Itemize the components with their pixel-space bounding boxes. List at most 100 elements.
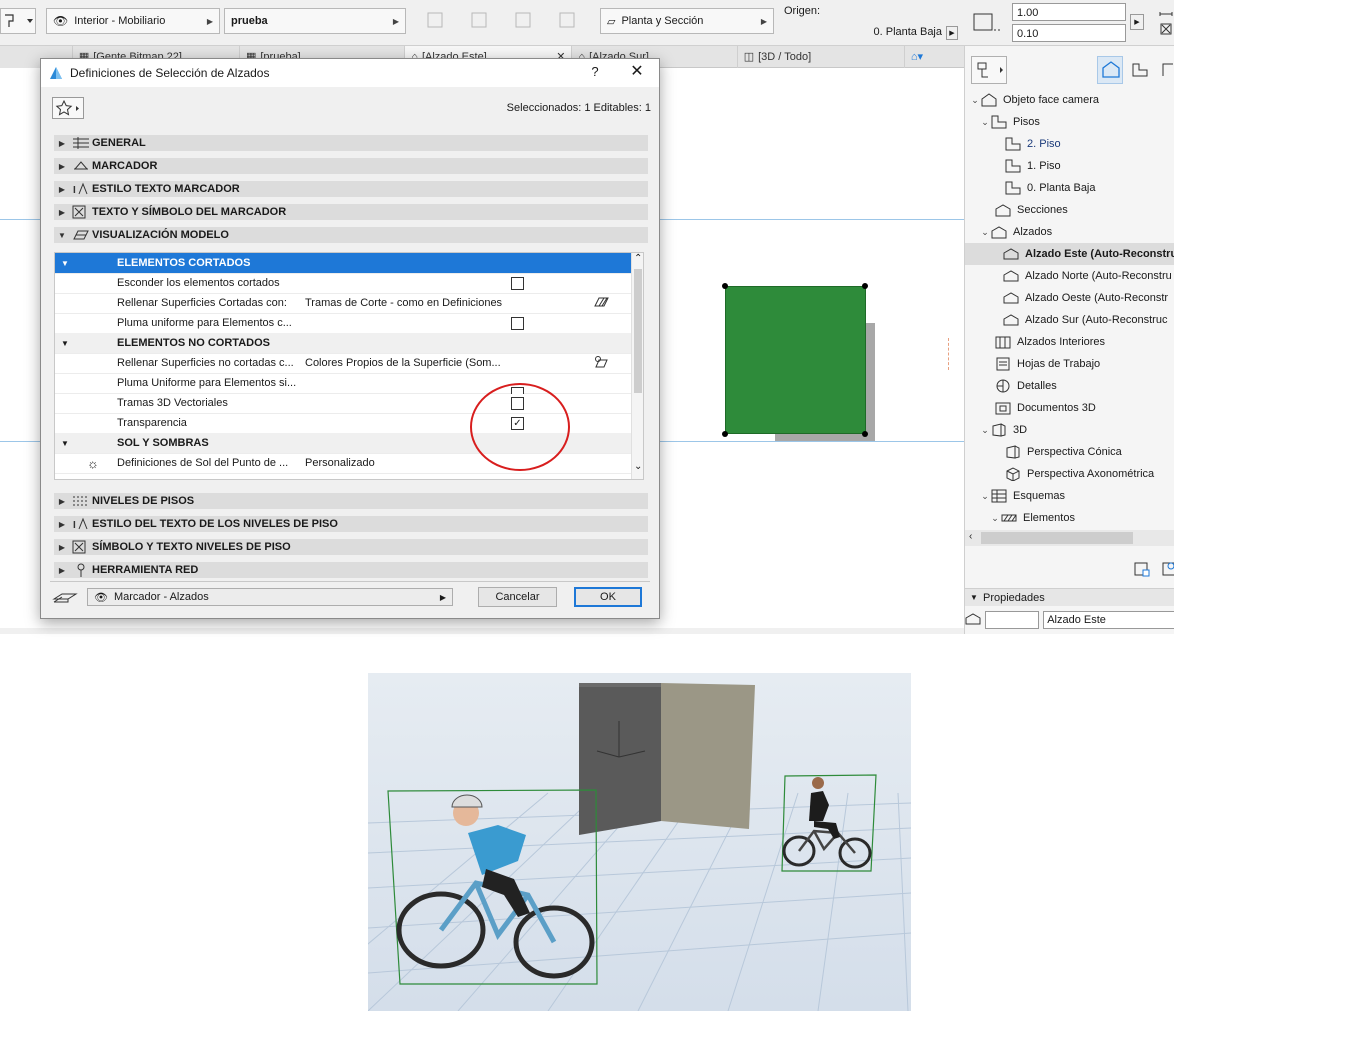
section-label: VISUALIZACIÓN MODELO bbox=[92, 229, 229, 241]
tree-item-secciones[interactable]: Secciones bbox=[965, 199, 1174, 221]
dialog-titlebar: Definiciones de Selección de Alzados ? ✕ bbox=[41, 59, 659, 87]
view-name-field[interactable]: Alzado Este bbox=[1043, 611, 1174, 629]
cancel-button[interactable]: Cancelar bbox=[478, 587, 557, 607]
section-general[interactable]: ▶ GENERAL bbox=[54, 135, 648, 151]
chevron-up-icon[interactable]: ⌃ bbox=[634, 253, 642, 264]
chevron-down-icon: ▼ bbox=[970, 593, 978, 602]
section-label: GENERAL bbox=[92, 137, 146, 149]
chevron-down-icon: ▼ bbox=[61, 438, 69, 448]
selected-face-camera-object[interactable] bbox=[725, 286, 866, 434]
tree-item-story-0[interactable]: 0. Planta Baja bbox=[965, 177, 1174, 199]
layout-book-tab[interactable] bbox=[1157, 56, 1174, 84]
story-icon bbox=[1005, 181, 1021, 195]
tree-item-story-1[interactable]: 1. Piso bbox=[965, 155, 1174, 177]
layer-combo[interactable]: 👁 Interior - Mobiliario ▶ bbox=[46, 8, 220, 34]
favorites-button[interactable] bbox=[52, 97, 84, 119]
selection-hotspot[interactable] bbox=[862, 283, 868, 289]
section-label: SÍMBOLO Y TEXTO NIVELES DE PISO bbox=[92, 541, 291, 553]
project-map-tab[interactable] bbox=[1097, 56, 1123, 84]
chevron-down-icon[interactable]: ⌄ bbox=[634, 461, 642, 472]
tree-item-esquemas[interactable]: ⌄ Esquemas bbox=[965, 485, 1174, 507]
section-estilo-texto-marcador[interactable]: ▶ I ESTILO TEXTO MARCADOR bbox=[54, 181, 648, 197]
chevron-right-icon: ▶ bbox=[58, 519, 66, 529]
fill-uncut-value[interactable]: Colores Propios de la Superficie (Som... bbox=[305, 357, 501, 369]
navigator-settings-icon[interactable] bbox=[1133, 560, 1151, 578]
scrollbar-thumb[interactable] bbox=[981, 532, 1133, 544]
scale-top-field[interactable]: 1.00 bbox=[1012, 3, 1126, 21]
selection-hotspot[interactable] bbox=[862, 431, 868, 437]
tree-item-hojas-trabajo[interactable]: Hojas de Trabajo bbox=[965, 353, 1174, 375]
tree-item-alzado-este[interactable]: Alzado Este (Auto-Reconstruc bbox=[965, 243, 1174, 265]
sun-value[interactable]: Personalizado bbox=[305, 457, 375, 469]
group-elementos-cortados[interactable]: ▼ ELEMENTOS CORTADOS bbox=[55, 253, 631, 274]
axonometric-icon bbox=[1005, 467, 1021, 481]
section-niveles-pisos[interactable]: ▶ NIVELES DE PISOS bbox=[54, 493, 648, 509]
layer-combo[interactable]: 👁 Marcador - Alzados ▶ bbox=[87, 588, 453, 606]
section-marcador[interactable]: ▶ MARCADOR bbox=[54, 158, 648, 174]
reference-id-field[interactable] bbox=[984, 611, 1040, 629]
fill-cut-value[interactable]: Tramas de Corte - como en Definiciones bbox=[305, 297, 502, 309]
tool-selector[interactable] bbox=[0, 8, 36, 34]
selection-hotspot[interactable] bbox=[722, 431, 728, 437]
tree-item-detalles[interactable]: Detalles bbox=[965, 375, 1174, 397]
scrollbar-thumb[interactable] bbox=[634, 269, 642, 393]
tree-item-perspectiva-axonometrica[interactable]: Perspectiva Axonométrica bbox=[965, 463, 1174, 485]
panel-vscrollbar[interactable]: ⌃ ⌄ bbox=[631, 253, 643, 479]
selection-hotspot[interactable] bbox=[722, 283, 728, 289]
section-texto-simbolo-marcador[interactable]: ▶ TEXTO Y SÍMBOLO DEL MARCADOR bbox=[54, 204, 648, 220]
scale-top-value: 1.00 bbox=[1017, 7, 1039, 19]
row-label: Rellenar Superficies no cortadas c... bbox=[117, 357, 294, 369]
tree-root[interactable]: ⌄ Objeto face camera bbox=[965, 89, 1174, 111]
chevron-down-icon: ▼ bbox=[61, 258, 69, 268]
tree-item-story-2[interactable]: 2. Piso bbox=[965, 133, 1174, 155]
origin-arrow-button[interactable]: ▶ bbox=[946, 26, 958, 40]
properties-header[interactable]: ▼ Propiedades bbox=[965, 588, 1174, 606]
section-herramienta-red[interactable]: ▶ HERRAMIENTA RED bbox=[54, 562, 648, 578]
navigator-open-icon[interactable] bbox=[1161, 560, 1174, 578]
scale-arrow-button[interactable]: ▶ bbox=[1130, 14, 1144, 30]
tree-label: Objeto face camera bbox=[1003, 94, 1099, 106]
ok-button[interactable]: OK bbox=[574, 587, 642, 607]
section-visualizacion-modelo[interactable]: ▼ VISUALIZACIÓN MODELO bbox=[54, 227, 648, 243]
chevron-left-icon[interactable]: ‹ bbox=[969, 531, 972, 542]
text-style-icon: I bbox=[70, 182, 92, 196]
tree-label: 0. Planta Baja bbox=[1027, 182, 1096, 194]
element-id-field[interactable]: prueba ▶ bbox=[224, 8, 406, 34]
tab-3d-todo[interactable]: ◫ [3D / Todo] bbox=[738, 45, 905, 68]
elevation-tool-icon bbox=[5, 14, 33, 27]
navigator-hscrollbar[interactable]: ‹ bbox=[965, 530, 1174, 546]
tree-item-elementos[interactable]: ⌄ Elementos bbox=[965, 507, 1174, 529]
view-map-tab[interactable] bbox=[1129, 56, 1153, 84]
navigator-mode-button[interactable] bbox=[971, 56, 1007, 84]
tree-item-alzado-norte[interactable]: Alzado Norte (Auto-Reconstru bbox=[965, 265, 1174, 287]
tree-item-alzados-interiores[interactable]: Alzados Interiores bbox=[965, 331, 1174, 353]
tree-item-alzado-sur[interactable]: Alzado Sur (Auto-Reconstruc bbox=[965, 309, 1174, 331]
tree-label: Alzado Sur (Auto-Reconstruc bbox=[1025, 314, 1168, 326]
group-elementos-no-cortados[interactable]: ▼ ELEMENTOS NO CORTADOS bbox=[55, 333, 631, 354]
tree-item-pisos[interactable]: ⌄ Pisos bbox=[965, 111, 1174, 133]
tree-item-alzados[interactable]: ⌄ Alzados bbox=[965, 221, 1174, 243]
wall-light-face bbox=[661, 683, 755, 829]
origin-label: Origen: bbox=[784, 5, 821, 17]
view-map-icon bbox=[1132, 63, 1148, 77]
help-button[interactable]: ? bbox=[587, 64, 603, 79]
navigator-icon bbox=[977, 62, 1003, 78]
tree-item-alzado-oeste[interactable]: Alzado Oeste (Auto-Reconstr bbox=[965, 287, 1174, 309]
row-uniform-pen-cut: Pluma uniforme para Elementos c... bbox=[55, 313, 631, 334]
tree-item-perspectiva-conica[interactable]: Perspectiva Cónica bbox=[965, 441, 1174, 463]
tree-item-3d[interactable]: ⌄ 3D bbox=[965, 419, 1174, 441]
scale-bottom-field[interactable]: 0.10 bbox=[1012, 24, 1126, 42]
section-simbolo-texto-niveles[interactable]: ▶ SÍMBOLO Y TEXTO NIVELES DE PISO bbox=[54, 539, 648, 555]
close-icon[interactable]: ✕ bbox=[627, 62, 647, 82]
group-label: SOL Y SOMBRAS bbox=[117, 437, 209, 449]
tree-item-documentos-3d[interactable]: Documentos 3D bbox=[965, 397, 1174, 419]
eye-icon: 👁 bbox=[53, 14, 69, 28]
tree-label: Detalles bbox=[1017, 380, 1057, 392]
chevron-right-icon: ▶ bbox=[58, 161, 66, 171]
view-combo[interactable]: ▱ Planta y Sección ▶ bbox=[600, 8, 774, 34]
hide-cut-checkbox[interactable] bbox=[511, 276, 524, 290]
section-estilo-texto-niveles[interactable]: ▶ I ESTILO DEL TEXTO DE LOS NIVELES DE P… bbox=[54, 516, 648, 532]
chevron-down-icon: ⌄ bbox=[981, 116, 989, 127]
uniform-pen-cut-checkbox[interactable] bbox=[511, 316, 524, 330]
tab-view-switcher[interactable]: ⌂▾ bbox=[905, 46, 964, 68]
